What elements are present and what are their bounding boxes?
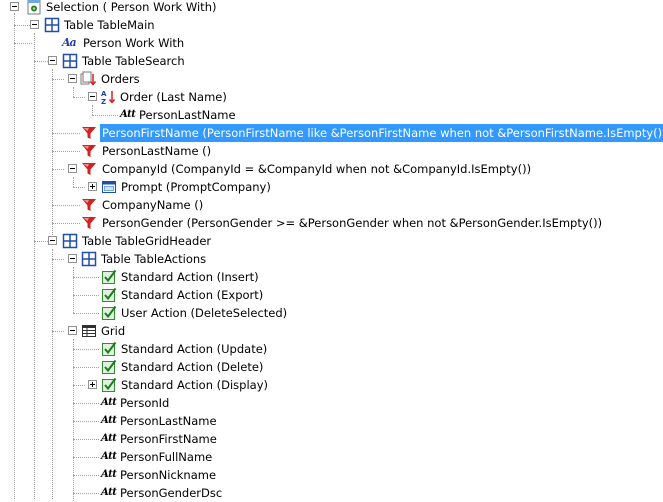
tree-node-label: Table TableMain: [64, 18, 155, 32]
attribute-icon: Att: [101, 469, 117, 480]
prompt-icon: [101, 179, 117, 195]
tree-node-prompt-company[interactable]: Prompt (PromptCompany): [0, 178, 663, 196]
expand-toggle[interactable]: [88, 380, 97, 389]
expand-toggle[interactable]: [88, 182, 97, 191]
tree-node-action-display[interactable]: Standard Action (Display): [0, 376, 663, 394]
tree-node-action-update[interactable]: Standard Action (Update): [0, 340, 663, 358]
filter-icon: [81, 197, 97, 213]
tree-node-label: PersonLastName: [120, 414, 217, 428]
action-icon: [101, 305, 117, 321]
action-icon: [101, 377, 117, 393]
tree-node-label: Standard Action (Display): [121, 378, 269, 392]
filter-icon: [81, 143, 97, 159]
tree-node-action-insert[interactable]: Standard Action (Insert): [0, 268, 663, 286]
tree-node-attribute-person-gender-dsc[interactable]: Att PersonGenderDsc: [0, 484, 663, 502]
tree-node-table-main[interactable]: Table TableMain: [0, 16, 663, 34]
svg-text:Z: Z: [101, 98, 106, 105]
tree-node-label: Orders: [101, 72, 140, 86]
tree-node-label: CompanyName (): [102, 198, 204, 212]
tree-node-label: PersonFirstName (PersonFirstName like &P…: [100, 124, 663, 142]
tree-node-filter-person-first-name[interactable]: PersonFirstName (PersonFirstName like &P…: [0, 124, 663, 142]
tree-node-label: PersonGenderDsc: [120, 486, 223, 500]
tree-node-label: Selection ( Person Work With): [46, 0, 217, 14]
tree-node-table-search[interactable]: Table TableSearch: [0, 52, 663, 70]
tree-node-label: PersonLastName (): [102, 144, 212, 158]
tree-node-action-delete[interactable]: Standard Action (Delete): [0, 358, 663, 376]
table-icon: [62, 53, 78, 69]
collapse-toggle[interactable]: [68, 74, 77, 83]
action-icon: [101, 269, 117, 285]
tree-node-label: Standard Action (Insert): [121, 270, 259, 284]
collapse-toggle[interactable]: [30, 20, 39, 29]
tree-node-label: Grid: [101, 324, 126, 338]
collapse-toggle[interactable]: [68, 164, 77, 173]
action-icon: [101, 359, 117, 375]
grid-icon: [81, 323, 97, 339]
tree-node-label: PersonFirstName: [120, 432, 217, 446]
tree-node-label: Person Work With: [83, 36, 185, 50]
tree-node-filter-person-last-name[interactable]: PersonLastName (): [0, 142, 663, 160]
table-icon: [62, 233, 78, 249]
table-icon: [44, 17, 60, 33]
attribute-icon: Att: [101, 451, 117, 462]
tree-node-label: PersonLastName: [139, 108, 236, 122]
action-icon: [101, 287, 117, 303]
tree-view[interactable]: Selection ( Person Work With) Table Tabl…: [0, 0, 663, 501]
tree-node-label: PersonGender (PersonGender >= &PersonGen…: [102, 216, 603, 230]
orders-icon: [80, 71, 97, 87]
tree-node-label: Table TableSearch: [82, 54, 185, 68]
collapse-toggle[interactable]: [68, 254, 77, 263]
filter-icon: [81, 125, 97, 141]
attribute-icon: Att: [101, 397, 117, 408]
tree-node-label: User Action (DeleteSelected): [121, 306, 288, 320]
tree-node-filter-company-id[interactable]: CompanyId (CompanyId = &CompanyId when n…: [0, 160, 663, 178]
tree-node-attribute-person-nickname[interactable]: Att PersonNickname: [0, 466, 663, 484]
attribute-icon: Att: [120, 109, 136, 120]
tree-node-label: PersonId: [120, 396, 170, 410]
tree-node-label: Order (Last Name): [120, 90, 227, 104]
text-block-icon: Aa: [62, 36, 77, 49]
tree-node-filter-person-gender[interactable]: PersonGender (PersonGender >= &PersonGen…: [0, 214, 663, 232]
tree-node-label: Standard Action (Export): [121, 288, 264, 302]
svg-text:A: A: [101, 90, 107, 98]
sort-az-icon: AZ: [101, 89, 117, 106]
attribute-icon: Att: [101, 487, 117, 498]
tree-node-label: Table TableGridHeader: [82, 234, 212, 248]
tree-node-action-delete-selected[interactable]: User Action (DeleteSelected): [0, 304, 663, 322]
tree-node-action-export[interactable]: Standard Action (Export): [0, 286, 663, 304]
tree-node-attribute-person-last-name[interactable]: Att PersonLastName: [0, 412, 663, 430]
tree-node-label: PersonFullName: [120, 450, 213, 464]
tree-node-orders[interactable]: Orders: [0, 70, 663, 88]
tree-node-label: Prompt (PromptCompany): [121, 180, 271, 194]
tree-node-label: Standard Action (Delete): [121, 360, 264, 374]
collapse-toggle[interactable]: [88, 92, 97, 101]
tree-node-selection[interactable]: Selection ( Person Work With): [0, 0, 663, 16]
tree-node-filter-company-name[interactable]: CompanyName (): [0, 196, 663, 214]
tree-node-label: CompanyId (CompanyId = &CompanyId when n…: [102, 162, 532, 176]
collapse-toggle[interactable]: [48, 56, 57, 65]
tree-node-order-last-name[interactable]: AZ Order (Last Name): [0, 88, 663, 106]
tree-node-label: Standard Action (Update): [121, 342, 268, 356]
tree-node-attribute-person-id[interactable]: Att PersonId: [0, 394, 663, 412]
filter-icon: [81, 161, 97, 177]
tree-node-grid[interactable]: Grid: [0, 322, 663, 340]
tree-node-order-attribute[interactable]: Att PersonLastName: [0, 106, 663, 124]
attribute-icon: Att: [101, 415, 117, 426]
collapse-toggle[interactable]: [48, 236, 57, 245]
action-icon: [101, 341, 117, 357]
filter-icon: [81, 215, 97, 231]
tree-node-person-work-with[interactable]: Aa Person Work With: [0, 34, 663, 52]
collapse-toggle[interactable]: [68, 326, 77, 335]
tree-node-attribute-person-first-name[interactable]: Att PersonFirstName: [0, 430, 663, 448]
collapse-toggle[interactable]: [10, 2, 19, 11]
table-icon: [81, 251, 97, 267]
selection-panel-icon: [26, 0, 42, 15]
tree-node-label: PersonNickname: [120, 468, 217, 482]
tree-node-attribute-person-full-name[interactable]: Att PersonFullName: [0, 448, 663, 466]
tree-node-table-actions[interactable]: Table TableActions: [0, 250, 663, 268]
attribute-icon: Att: [101, 433, 117, 444]
tree-node-table-grid-header[interactable]: Table TableGridHeader: [0, 232, 663, 250]
tree-node-label: Table TableActions: [101, 252, 207, 266]
